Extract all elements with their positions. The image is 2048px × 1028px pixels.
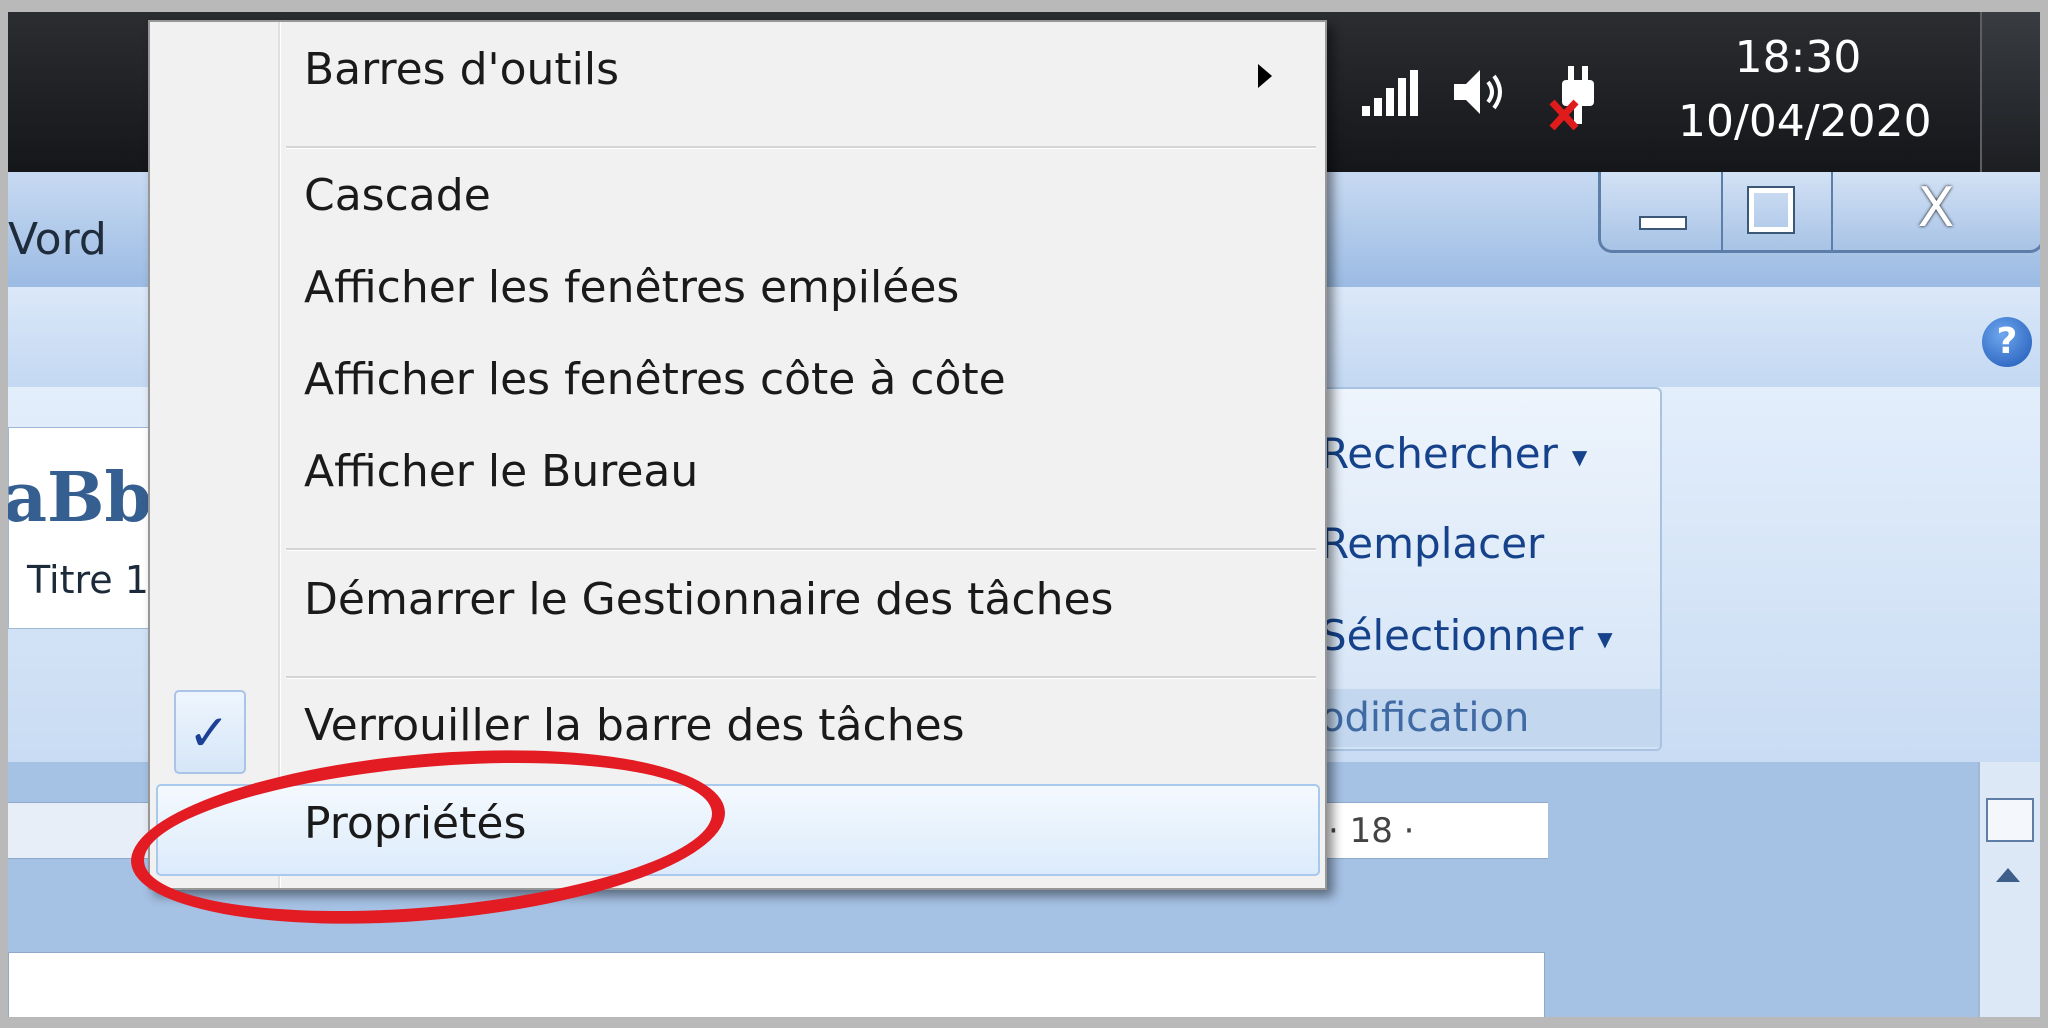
minimize-button[interactable] (1601, 172, 1723, 250)
show-desktop-button[interactable] (1980, 12, 2040, 172)
menu-item-label: Afficher les fenêtres côte à côte (304, 354, 1006, 405)
menu-item-task-manager[interactable]: Démarrer le Gestionnaire des tâches (150, 562, 1325, 650)
editing-group: Rechercher ▼ Remplacer Sélectionner ▼ odif… (1308, 387, 1662, 751)
replace-button[interactable]: Remplacer (1320, 519, 1544, 568)
system-tray: 18:30 10/04/2020 (1338, 12, 2008, 172)
restore-button[interactable] (1721, 172, 1833, 250)
editing-group-label: odification (1310, 689, 1660, 747)
find-label: Rechercher (1320, 429, 1558, 478)
desktop-screen: 18:30 10/04/2020 Vord X ? aBb Titre 1 Re… (8, 12, 2040, 1017)
window-controls: X (1598, 172, 2040, 253)
taskbar-context-menu: Barres d'outils Cascade Afficher les fen… (148, 20, 1327, 890)
menu-separator (286, 146, 1316, 149)
menu-item-cascade[interactable]: Cascade (150, 158, 1325, 246)
menu-item-stacked[interactable]: Afficher les fenêtres empilées (150, 250, 1325, 338)
checkmark-icon: ✓ (188, 704, 230, 762)
clock-time: 18:30 (1734, 32, 1862, 83)
select-label: Sélectionner (1320, 611, 1584, 660)
help-icon[interactable]: ? (1982, 317, 2032, 367)
replace-label: Remplacer (1320, 519, 1545, 568)
menu-item-label: Barres d'outils (304, 44, 620, 95)
speaker-icon[interactable] (1450, 62, 1510, 122)
scroll-up-arrow-icon[interactable] (1986, 852, 2030, 902)
menu-item-label: Démarrer le Gestionnaire des tâches (304, 574, 1114, 625)
select-button[interactable]: Sélectionner ▼ (1320, 611, 1613, 660)
submenu-arrow-icon (1258, 64, 1272, 88)
taskbar-clock[interactable]: 18:30 10/04/2020 (1678, 26, 1932, 154)
clock-date: 10/04/2020 (1678, 96, 1932, 147)
vertical-scrollbar[interactable] (1978, 762, 2040, 1017)
menu-item-label: Verrouiller la barre des tâches (304, 700, 965, 751)
chevron-down-icon: ▼ (1597, 626, 1613, 651)
menu-separator (286, 548, 1316, 551)
chevron-down-icon: ▼ (1571, 444, 1588, 469)
document-page[interactable] (8, 952, 1545, 1017)
signal-bars-icon[interactable] (1360, 70, 1420, 118)
find-button[interactable]: Rechercher ▼ (1320, 429, 1587, 478)
menu-item-label: Afficher les fenêtres empilées (304, 262, 960, 313)
styles-gallery[interactable]: aBb Titre 1 (8, 427, 160, 629)
power-plug-error-icon[interactable] (1548, 62, 1608, 132)
style-name-label: Titre 1 (27, 558, 149, 602)
ruler-toggle-icon[interactable] (1986, 798, 2034, 842)
style-preview: aBb (8, 458, 153, 538)
menu-item-label: Cascade (304, 170, 491, 221)
menu-item-side-by-side[interactable]: Afficher les fenêtres côte à côte (150, 342, 1325, 430)
checkmark-box: ✓ (174, 690, 246, 774)
ruler-number: · 18 · (1328, 811, 1415, 851)
menu-item-show-desktop[interactable]: Afficher le Bureau (150, 434, 1325, 522)
menu-item-toolbars[interactable]: Barres d'outils (150, 32, 1325, 120)
window-title: Vord (8, 214, 107, 265)
menu-separator (286, 676, 1316, 679)
close-button[interactable]: X (1831, 172, 2040, 250)
menu-item-label: Afficher le Bureau (304, 446, 699, 497)
menu-item-lock-taskbar[interactable]: ✓ Verrouiller la barre des tâches (150, 688, 1325, 776)
